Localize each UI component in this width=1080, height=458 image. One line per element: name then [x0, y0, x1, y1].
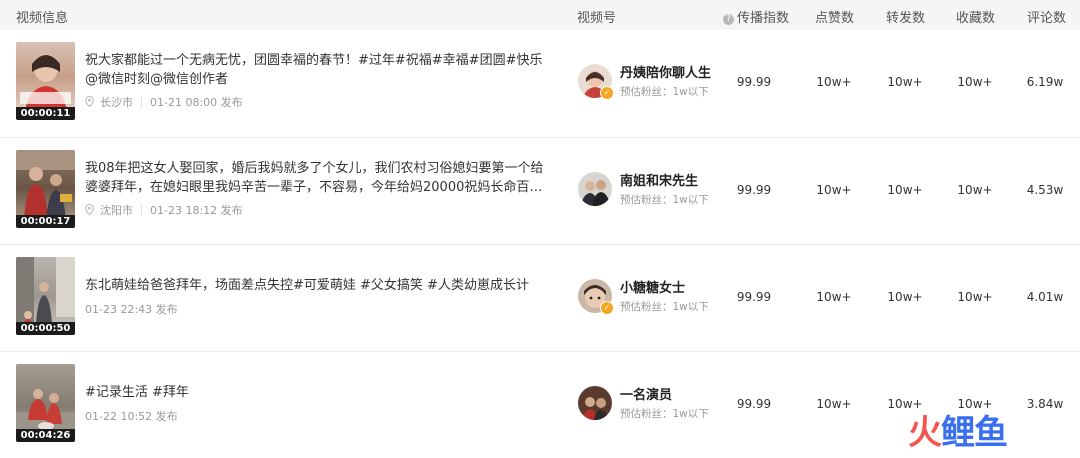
- video-duration: 00:00:11: [16, 107, 75, 120]
- likes-value: 10w+: [816, 290, 852, 304]
- shares-value: 10w+: [887, 397, 923, 411]
- video-publish-time: 01-21 08:00 发布: [150, 96, 243, 109]
- shares-value: 10w+: [887, 290, 923, 304]
- video-meta: 01-22 10:52 发布: [85, 408, 178, 424]
- col-shares[interactable]: 转发数: [886, 7, 925, 26]
- favorites-value: 10w+: [957, 75, 993, 89]
- spread-index-value: 99.99: [736, 183, 772, 197]
- comments-value: 4.01w: [1026, 290, 1064, 304]
- col-spread-index[interactable]: ? 传播指数: [723, 7, 789, 26]
- avatar[interactable]: ✓: [578, 64, 614, 100]
- comments-value: 3.84w: [1026, 397, 1064, 411]
- spread-index-value: 99.99: [736, 290, 772, 304]
- channel-name[interactable]: 小糖糖女士: [620, 277, 685, 296]
- video-title[interactable]: 我08年把这女人娶回家，婚后我妈就多了个女儿，我们农村习俗媳妇要第一个给婆婆拜年…: [85, 159, 545, 197]
- video-thumbnail[interactable]: 00:04:26: [16, 364, 75, 442]
- spread-index-value: 99.99: [736, 397, 772, 411]
- channel-fans: 预估粉丝：1w以下: [620, 408, 709, 420]
- help-icon[interactable]: ?: [723, 14, 734, 25]
- table-row[interactable]: 00:00:17 我08年把这女人娶回家，婚后我妈就多了个女儿，我们农村习俗媳妇…: [0, 137, 1080, 245]
- spread-index-value: 99.99: [736, 75, 772, 89]
- favorites-value: 10w+: [957, 397, 993, 411]
- channel-fans: 预估粉丝：1w以下: [620, 86, 709, 98]
- avatar[interactable]: [578, 172, 612, 206]
- col-comments[interactable]: 评论数: [1027, 7, 1066, 26]
- comments-value: 6.19w: [1026, 75, 1064, 89]
- video-meta: 沈阳市 01-23 18:12 发布: [85, 202, 243, 218]
- channel-fans: 预估粉丝：1w以下: [620, 194, 709, 206]
- likes-value: 10w+: [816, 397, 852, 411]
- watermark-logo: 火鲤鱼: [908, 413, 1008, 453]
- comments-value: 4.53w: [1026, 183, 1064, 197]
- video-duration: 00:04:26: [16, 429, 75, 442]
- shares-value: 10w+: [887, 183, 923, 197]
- video-location: 沈阳市: [100, 204, 133, 217]
- meta-divider: [141, 205, 142, 215]
- col-likes[interactable]: 点赞数: [815, 7, 854, 26]
- avatar-image: [578, 172, 612, 206]
- channel-fans: 预估粉丝：1w以下: [620, 301, 709, 313]
- video-meta: 01-23 22:43 发布: [85, 301, 178, 317]
- location-pin-icon: [85, 204, 94, 215]
- location-pin-icon: [85, 96, 94, 107]
- favorites-value: 10w+: [957, 290, 993, 304]
- likes-value: 10w+: [816, 75, 852, 89]
- avatar-image: [578, 386, 612, 420]
- video-location: 长沙市: [100, 96, 133, 109]
- table-row[interactable]: 00:00:50 东北萌娃给爸爸拜年，场面差点失控#可爱萌娃 #父女搞笑 #人类…: [0, 244, 1080, 352]
- video-title[interactable]: 东北萌娃给爸爸拜年，场面差点失控#可爱萌娃 #父女搞笑 #人类幼崽成长计: [85, 276, 545, 295]
- likes-value: 10w+: [816, 183, 852, 197]
- favorites-value: 10w+: [957, 183, 993, 197]
- channel-name[interactable]: 南姐和宋先生: [620, 170, 698, 189]
- meta-divider: [141, 97, 142, 107]
- avatar[interactable]: ✓: [578, 279, 614, 315]
- shares-value: 10w+: [887, 75, 923, 89]
- video-thumbnail[interactable]: 00:00:17: [16, 150, 75, 228]
- verified-badge-icon: ✓: [600, 301, 614, 315]
- video-title[interactable]: #记录生活 #拜年: [85, 383, 545, 402]
- video-publish-time: 01-23 22:43 发布: [85, 303, 178, 316]
- video-duration: 00:00:17: [16, 215, 75, 228]
- video-thumbnail[interactable]: 00:00:50: [16, 257, 75, 335]
- video-meta: 长沙市 01-21 08:00 发布: [85, 94, 243, 110]
- channel-name[interactable]: 丹姨陪你聊人生: [620, 62, 711, 81]
- col-video-info: 视频信息: [16, 11, 69, 26]
- video-publish-time: 01-23 18:12 发布: [150, 204, 243, 217]
- verified-badge-icon: ✓: [600, 86, 614, 100]
- video-thumbnail[interactable]: 00:00:11: [16, 42, 75, 120]
- video-title[interactable]: 祝大家都能过一个无病无忧，团圆幸福的春节！#过年#祝福#幸福#团圆#快乐@微信时…: [85, 51, 545, 89]
- channel-name[interactable]: 一名演员: [620, 384, 672, 403]
- video-publish-time: 01-22 10:52 发布: [85, 410, 178, 423]
- col-favorites[interactable]: 收藏数: [956, 7, 995, 26]
- table-header: 视频信息 视频号 ? 传播指数 点赞数 转发数 收藏数 评论数: [0, 0, 1080, 30]
- col-video-account: 视频号: [577, 11, 617, 26]
- table-row[interactable]: 00:00:11 祝大家都能过一个无病无忧，团圆幸福的春节！#过年#祝福#幸福#…: [0, 30, 1080, 138]
- video-duration: 00:00:50: [16, 322, 75, 335]
- avatar[interactable]: [578, 386, 612, 420]
